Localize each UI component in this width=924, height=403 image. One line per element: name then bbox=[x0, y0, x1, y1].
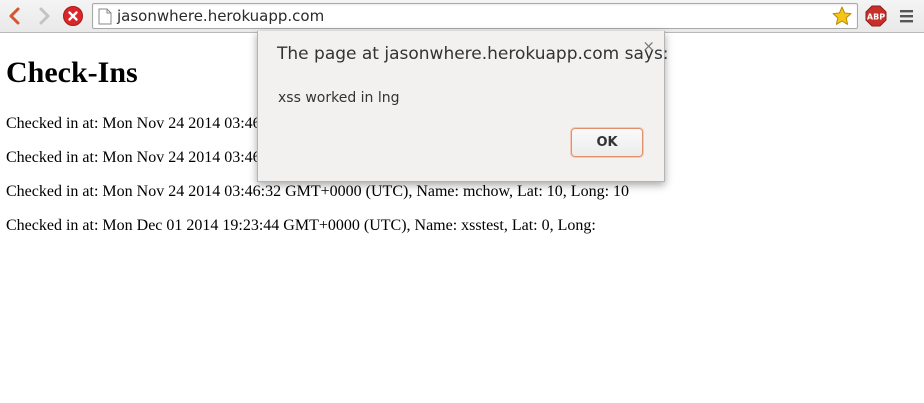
chevron-left-icon bbox=[9, 7, 20, 25]
dialog-title: The page at jasonwhere.herokuapp.com say… bbox=[277, 44, 669, 64]
browser-toolbar: jasonwhere.herokuapp.com ABP bbox=[0, 0, 924, 33]
page-title: Check-Ins bbox=[6, 56, 138, 89]
checkin-entry: Checked in at: Mon Nov 24 2014 03:46 bbox=[6, 115, 261, 132]
star-icon[interactable] bbox=[831, 5, 853, 27]
hamburger-menu-icon[interactable] bbox=[897, 7, 917, 25]
adblock-plus-icon[interactable]: ABP bbox=[865, 5, 887, 27]
checkin-entry: Checked in at: Mon Nov 24 2014 03:46 bbox=[6, 149, 261, 166]
stop-button[interactable] bbox=[62, 5, 84, 27]
checkin-entry: Checked in at: Mon Dec 01 2014 19:23:44 … bbox=[6, 217, 596, 234]
dialog-message: xss worked in lng bbox=[278, 90, 400, 106]
alert-dialog: The page at jasonwhere.herokuapp.com say… bbox=[257, 31, 669, 182]
stop-icon bbox=[63, 6, 83, 26]
address-bar[interactable]: jasonwhere.herokuapp.com bbox=[92, 3, 858, 29]
checkin-entry: Checked in at: Mon Nov 24 2014 03:46:32 … bbox=[6, 183, 630, 200]
close-icon[interactable]: × bbox=[642, 37, 655, 55]
ok-button[interactable]: OK bbox=[571, 128, 643, 157]
page-icon bbox=[98, 8, 112, 25]
url-text: jasonwhere.herokuapp.com bbox=[117, 7, 325, 25]
abp-label: ABP bbox=[867, 13, 885, 22]
chevron-right-icon bbox=[39, 7, 50, 25]
back-button[interactable] bbox=[4, 5, 26, 27]
forward-button[interactable] bbox=[33, 5, 55, 27]
